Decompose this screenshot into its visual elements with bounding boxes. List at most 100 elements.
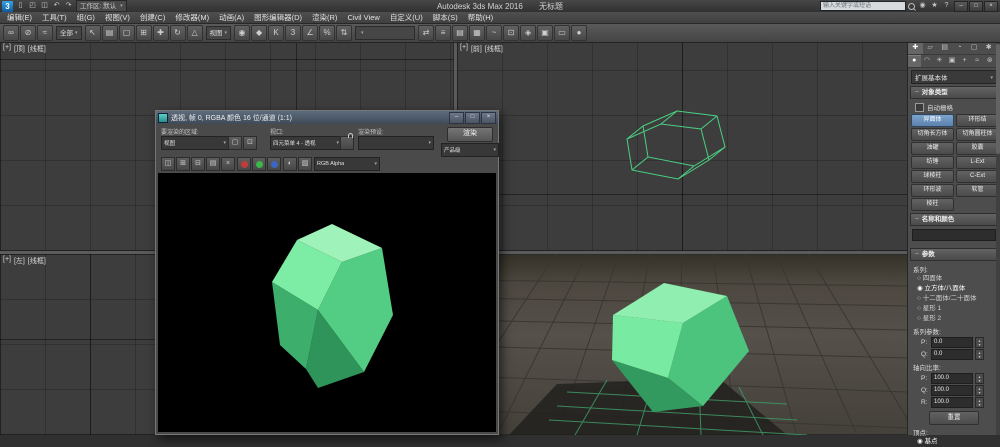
- print-image-icon[interactable]: ▤: [206, 157, 220, 171]
- viewport-front[interactable]: [+] [前] [线框]: [457, 42, 908, 251]
- btn-chamferbox[interactable]: 切角长方体: [911, 128, 954, 141]
- material-editor-icon[interactable]: ◈: [520, 25, 536, 41]
- q-value-field[interactable]: 0.0: [931, 349, 973, 360]
- rendered-frame-icon[interactable]: ▭: [554, 25, 570, 41]
- radio-dodec-icos[interactable]: ○ 十二面体/二十面体: [908, 294, 1000, 304]
- p-value-field[interactable]: 0.0: [931, 337, 973, 348]
- use-pivot-center-icon[interactable]: ◉: [234, 25, 250, 41]
- viewport-menu-plus[interactable]: [+]: [3, 44, 11, 54]
- render-setup-icon[interactable]: ▣: [537, 25, 553, 41]
- viewport-perspective[interactable]: [457, 254, 908, 435]
- ribbon-toggle-icon[interactable]: ▦: [469, 25, 485, 41]
- rfw-titlebar[interactable]: 透视, 帧 0, RGBA 颜色 16 位/通道 (1:1) –□×: [156, 111, 498, 124]
- p-spinner[interactable]: [975, 337, 984, 348]
- q-spinner[interactable]: [975, 349, 984, 360]
- keyboard-override-icon[interactable]: K: [268, 25, 284, 41]
- tab-hierarchy[interactable]: ▤: [937, 42, 952, 54]
- rfw-minimize-button[interactable]: –: [449, 112, 464, 124]
- axis-r-field[interactable]: 100.0: [931, 397, 973, 408]
- snap-toggle-icon[interactable]: 3: [285, 25, 301, 41]
- btn-spindle[interactable]: 纺锤: [911, 156, 954, 169]
- radio-basepoint[interactable]: ◉ 基点: [908, 437, 1000, 447]
- app-logo-icon[interactable]: 3: [2, 1, 13, 12]
- viewport-menu-view[interactable]: [前]: [471, 44, 482, 54]
- hedra-wireframe[interactable]: [457, 42, 908, 251]
- curve-editor-icon[interactable]: ~: [486, 25, 502, 41]
- btn-l-ext[interactable]: L-Ext: [956, 156, 999, 169]
- rfw-close-button[interactable]: ×: [481, 112, 496, 124]
- viewport-menu-shading[interactable]: [线框]: [28, 44, 46, 54]
- window-close-button[interactable]: ×: [984, 1, 998, 12]
- redo-icon[interactable]: ↷: [63, 1, 74, 11]
- rollout-parameters[interactable]: 参数: [910, 248, 998, 261]
- layer-manager-icon[interactable]: ▤: [452, 25, 468, 41]
- save-file-icon[interactable]: ◫: [39, 1, 50, 11]
- window-minimize-button[interactable]: –: [954, 1, 968, 12]
- cat-spacewarps-icon[interactable]: ≈: [971, 55, 984, 67]
- axis-p-spinner[interactable]: [975, 373, 984, 384]
- menu-tools[interactable]: 工具(T): [37, 12, 72, 23]
- menu-help[interactable]: 帮助(H): [463, 12, 498, 23]
- help-icon[interactable]: ?: [941, 1, 952, 11]
- axis-q-spinner[interactable]: [975, 385, 984, 396]
- menu-graph-editors[interactable]: 图形编辑器(D): [249, 12, 307, 23]
- select-manipulate-icon[interactable]: ◆: [251, 25, 267, 41]
- btn-prism[interactable]: 棱柱: [911, 198, 954, 211]
- tab-motion[interactable]: ◔: [952, 42, 967, 54]
- axis-p-field[interactable]: 100.0: [931, 373, 973, 384]
- cat-helpers-icon[interactable]: +: [958, 55, 971, 67]
- menu-rendering[interactable]: 渲染(R): [307, 12, 342, 23]
- menu-customize[interactable]: 自定义(U): [385, 12, 428, 23]
- named-selection-dropdown[interactable]: [355, 26, 415, 40]
- spinner-snap-icon[interactable]: ⇅: [336, 25, 352, 41]
- btn-chamfercyl[interactable]: 切角圆柱体: [956, 128, 999, 141]
- autogrid-checkbox[interactable]: [915, 103, 924, 112]
- render-mode-dropdown[interactable]: 产品级: [441, 143, 499, 157]
- render-button[interactable]: 渲染: [447, 127, 493, 142]
- btn-oiltank[interactable]: 油罐: [911, 142, 954, 155]
- primitive-category-dropdown[interactable]: 扩展基本体: [911, 70, 997, 84]
- percent-snap-icon[interactable]: %: [319, 25, 335, 41]
- reference-coordinate-dropdown[interactable]: 视图: [206, 26, 232, 40]
- menu-civil-view[interactable]: Civil View: [342, 12, 384, 23]
- tab-create[interactable]: ✚: [908, 42, 923, 54]
- radio-cube-octa[interactable]: ◉ 立方体/八面体: [908, 284, 1000, 294]
- viewport-menu-plus[interactable]: [+]: [3, 256, 11, 266]
- object-name-field[interactable]: [912, 229, 996, 241]
- unlink-selection-icon[interactable]: ⊘: [20, 25, 36, 41]
- window-maximize-button[interactable]: □: [969, 1, 983, 12]
- search-input[interactable]: [820, 1, 906, 11]
- region-select-icon[interactable]: ▢: [119, 25, 135, 41]
- viewport-menu-view[interactable]: [顶]: [14, 44, 25, 54]
- search-icon[interactable]: [908, 3, 915, 10]
- area-to-render-dropdown[interactable]: 视图: [161, 136, 229, 150]
- undo-icon[interactable]: ↶: [51, 1, 62, 11]
- blue-channel-icon[interactable]: [267, 157, 281, 171]
- render-preset-dropdown[interactable]: [358, 136, 434, 150]
- select-and-link-icon[interactable]: ∞: [3, 25, 19, 41]
- selection-filter-dropdown[interactable]: 全部: [56, 26, 82, 40]
- rollout-object-type[interactable]: 对象类型: [910, 86, 998, 99]
- rfw-viewport-dropdown[interactable]: 四元菜单 4 - 透视: [270, 136, 342, 150]
- select-by-name-icon[interactable]: ▤: [102, 25, 118, 41]
- btn-hose[interactable]: 软管: [956, 184, 999, 197]
- channel-display-dropdown[interactable]: RGB Alpha: [314, 157, 380, 171]
- cat-cameras-icon[interactable]: ▣: [946, 55, 959, 67]
- menu-views[interactable]: 视图(V): [100, 12, 135, 23]
- angle-snap-icon[interactable]: ∠: [302, 25, 318, 41]
- bind-spacewarp-icon[interactable]: ≈: [37, 25, 53, 41]
- btn-hedra[interactable]: 异面体: [911, 114, 954, 127]
- new-scene-icon[interactable]: ▯: [15, 1, 26, 11]
- auto-region-icon[interactable]: ⊡: [243, 136, 257, 150]
- cat-geometry-icon[interactable]: ●: [908, 55, 921, 67]
- red-channel-icon[interactable]: [237, 157, 251, 171]
- save-image-icon[interactable]: ◫: [161, 157, 175, 171]
- mono-channel-icon[interactable]: ◐: [283, 157, 297, 171]
- tab-display[interactable]: ▢: [967, 42, 982, 54]
- btn-torus-knot[interactable]: 环形结: [956, 114, 999, 127]
- select-rotate-icon[interactable]: ↻: [170, 25, 186, 41]
- cat-lights-icon[interactable]: ☀: [933, 55, 946, 67]
- select-scale-icon[interactable]: △: [187, 25, 203, 41]
- viewport-menu-shading[interactable]: [线框]: [485, 44, 503, 54]
- btn-c-ext[interactable]: C-Ext: [956, 170, 999, 183]
